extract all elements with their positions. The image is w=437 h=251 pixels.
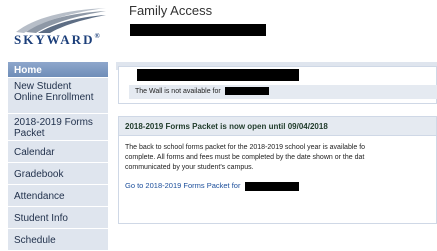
forms-packet-panel: 2018-2019 Forms Packet is now open until… bbox=[118, 116, 437, 224]
sidebar-item-gradebook[interactable]: Gradebook bbox=[8, 163, 108, 185]
forms-packet-message-line: complete. All forms and fees must be com… bbox=[125, 154, 365, 161]
sidebar-item-label: 2018-2019 Forms Packet bbox=[14, 117, 93, 139]
wall-student-name-redacted bbox=[137, 69, 299, 81]
forms-packet-message: The back to school forms packet for the … bbox=[125, 143, 431, 173]
wall-panel: The Wall is not available for bbox=[118, 66, 437, 104]
logo-text: SKYWARD bbox=[14, 32, 95, 47]
sidebar-item-forms-packet[interactable]: 2018-2019 Forms Packet bbox=[8, 114, 108, 141]
sidebar-item-label: Student Info bbox=[14, 213, 68, 224]
sidebar-item-schedule[interactable]: Schedule bbox=[8, 229, 108, 251]
skyward-logo[interactable]: SKYWARD® bbox=[14, 6, 109, 50]
sidebar-item-label: Home bbox=[14, 65, 42, 76]
forms-packet-message-line: The back to school forms packet for the … bbox=[125, 144, 366, 151]
sidebar-item-label: Gradebook bbox=[14, 169, 64, 180]
logo-registered-mark: ® bbox=[94, 32, 102, 40]
sidebar-item-attendance[interactable]: Attendance bbox=[8, 185, 108, 207]
forms-packet-link[interactable]: Go to 2018-2019 Forms Packet for bbox=[125, 181, 299, 191]
sidebar-item-label: Calendar bbox=[14, 147, 55, 158]
wall-notice-name-redacted bbox=[224, 87, 269, 96]
logo-swoosh-icon bbox=[16, 8, 106, 33]
header: SKYWARD® Family Access bbox=[0, 0, 437, 58]
forms-packet-message-line: communicated by your student's campus. bbox=[125, 164, 254, 171]
sidebar-item-label: New Student Online Enrollment bbox=[14, 81, 94, 103]
sidebar-item-home[interactable]: Home bbox=[8, 62, 108, 78]
sidebar-item-label: Schedule bbox=[14, 235, 56, 246]
app-title: Family Access bbox=[129, 3, 213, 18]
sidebar-item-new-student-online-enrollment[interactable]: New Student Online Enrollment bbox=[8, 78, 108, 114]
sidebar-item-student-info[interactable]: Student Info bbox=[8, 207, 108, 229]
forms-packet-link-text[interactable]: Go to 2018-2019 Forms Packet for bbox=[125, 181, 240, 190]
sidebar-item-label: Attendance bbox=[14, 191, 65, 202]
wall-notice-text: The Wall is not available for bbox=[135, 88, 221, 95]
sidebar-nav: Home New Student Online Enrollment 2018-… bbox=[8, 62, 108, 251]
sidebar-item-calendar[interactable]: Calendar bbox=[8, 141, 108, 163]
wall-notice-row: The Wall is not available for bbox=[129, 85, 437, 99]
user-name-redacted bbox=[130, 24, 266, 36]
forms-packet-title: 2018-2019 Forms Packet is now open until… bbox=[119, 117, 436, 136]
forms-packet-link-name-redacted bbox=[244, 181, 299, 191]
